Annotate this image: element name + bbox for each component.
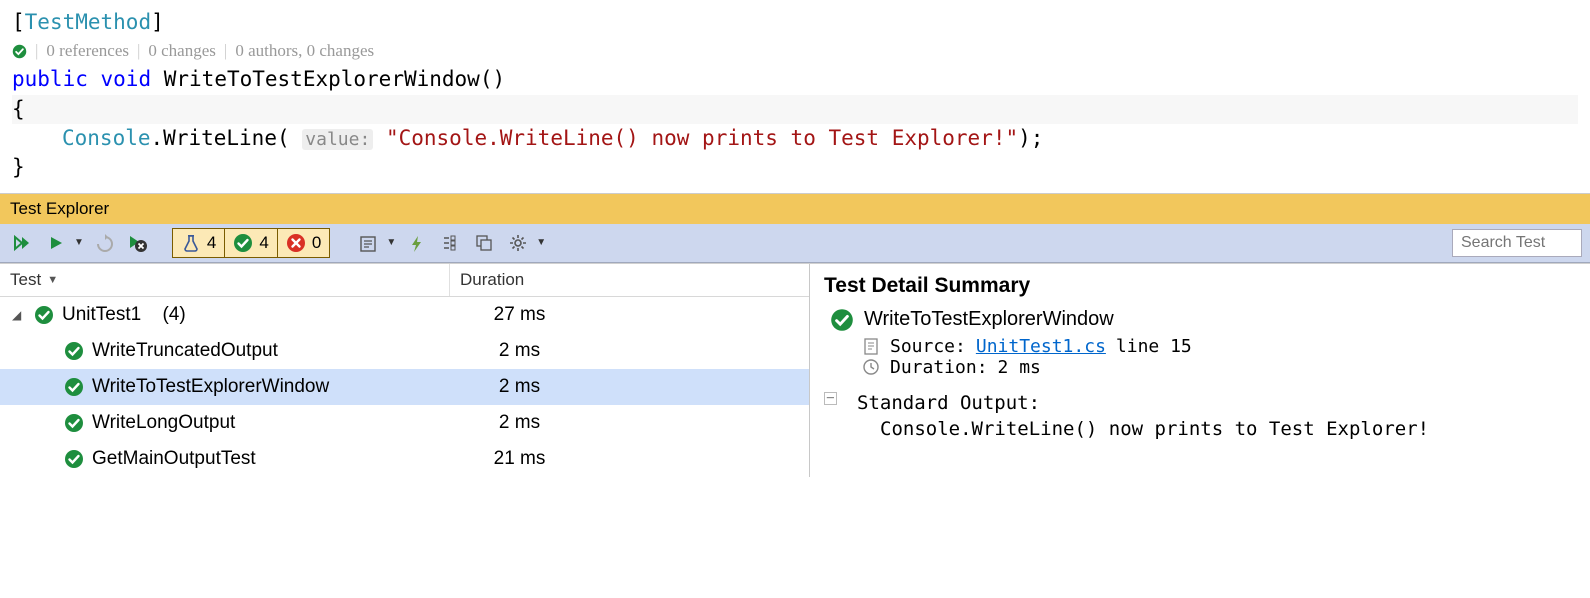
column-header-duration[interactable]: Duration: [450, 264, 809, 296]
counter-failed[interactable]: 0: [278, 229, 329, 257]
codelens-authors[interactable]: 0 authors, 0 changes: [235, 39, 374, 63]
panel-title: Test Explorer: [0, 193, 1590, 224]
code-editor[interactable]: [TestMethod] | 0 references | 0 changes …: [0, 0, 1590, 193]
settings-button[interactable]: [504, 229, 532, 257]
test-name: WriteToTestExplorerWindow: [92, 376, 329, 398]
source-line: line 15: [1116, 336, 1192, 357]
test-duration: 2 ms: [450, 376, 809, 398]
test-group-row[interactable]: ◢UnitTest1 (4) 27 ms: [0, 297, 809, 333]
pass-icon: [12, 44, 27, 59]
layout-button[interactable]: [470, 229, 498, 257]
code-line-brace-close: }: [12, 153, 1578, 182]
test-duration: 2 ms: [450, 412, 809, 434]
run-failed-button[interactable]: [124, 229, 152, 257]
stdout-label: Standard Output:: [857, 392, 1040, 414]
code-line-body: Console.WriteLine( value: "Console.Write…: [12, 124, 1578, 153]
group-by-button[interactable]: [436, 229, 464, 257]
test-row[interactable]: GetMainOutputTest 21 ms: [0, 441, 809, 477]
test-row[interactable]: WriteLongOutput 2 ms: [0, 405, 809, 441]
detail-title: Test Detail Summary: [824, 274, 1576, 298]
test-detail-pane: Test Detail Summary WriteToTestExplorerW…: [810, 264, 1590, 477]
source-link[interactable]: UnitTest1.cs: [976, 336, 1106, 357]
pass-icon: [830, 308, 854, 332]
column-header-test[interactable]: Test ▼: [0, 264, 450, 296]
playlist-dropdown[interactable]: ▼: [386, 237, 396, 248]
flask-icon: [181, 233, 201, 253]
code-line-signature: public void WriteToTestExplorerWindow(): [12, 65, 1578, 94]
document-icon: [862, 337, 880, 355]
counter-passed[interactable]: 4: [225, 229, 277, 257]
codelens-references[interactable]: 0 references: [46, 39, 129, 63]
pass-icon: [233, 233, 253, 253]
test-duration: 2 ms: [450, 340, 809, 362]
test-name: WriteTruncatedOutput: [92, 340, 278, 362]
collapse-toggle[interactable]: −: [824, 392, 837, 405]
test-name: WriteLongOutput: [92, 412, 235, 434]
test-duration: 21 ms: [450, 448, 809, 470]
code-line-attribute: [TestMethod]: [12, 8, 1578, 37]
counter-total[interactable]: 4: [173, 229, 225, 257]
repeat-button[interactable]: [90, 229, 118, 257]
run-dropdown[interactable]: ▼: [74, 237, 84, 248]
pass-icon: [64, 377, 84, 397]
clock-icon: [862, 358, 880, 376]
codelens-changes[interactable]: 0 changes: [148, 39, 216, 63]
test-explorer-toolbar: ▼ 4 4 0 ▼ ▼: [0, 224, 1590, 263]
pass-icon: [64, 449, 84, 469]
settings-dropdown[interactable]: ▼: [536, 237, 546, 248]
test-name: GetMainOutputTest: [92, 448, 256, 470]
duration-value: 2 ms: [998, 357, 1041, 378]
test-tree-pane: Test ▼ Duration ◢UnitTest1 (4) 27 ms Wri…: [0, 264, 810, 477]
run-after-build-button[interactable]: [402, 229, 430, 257]
playlist-button[interactable]: [354, 229, 382, 257]
search-input[interactable]: [1452, 229, 1582, 257]
codelens-row[interactable]: | 0 references | 0 changes | 0 authors, …: [12, 37, 1578, 65]
stdout-text: Console.WriteLine() now prints to Test E…: [880, 418, 1576, 440]
test-row[interactable]: WriteTruncatedOutput 2 ms: [0, 333, 809, 369]
source-label: Source:: [890, 336, 966, 357]
test-row[interactable]: WriteToTestExplorerWindow 2 ms: [0, 369, 809, 405]
expand-icon[interactable]: ◢: [12, 308, 26, 322]
run-button[interactable]: [42, 229, 70, 257]
test-counters: 4 4 0: [172, 228, 330, 258]
detail-test-name: WriteToTestExplorerWindow: [864, 308, 1114, 331]
pass-icon: [34, 305, 54, 325]
run-all-button[interactable]: [8, 229, 36, 257]
code-line-brace-open: {: [12, 95, 1578, 124]
fail-icon: [286, 233, 306, 253]
duration-label: Duration:: [890, 357, 988, 378]
pass-icon: [64, 341, 84, 361]
pass-icon: [64, 413, 84, 433]
